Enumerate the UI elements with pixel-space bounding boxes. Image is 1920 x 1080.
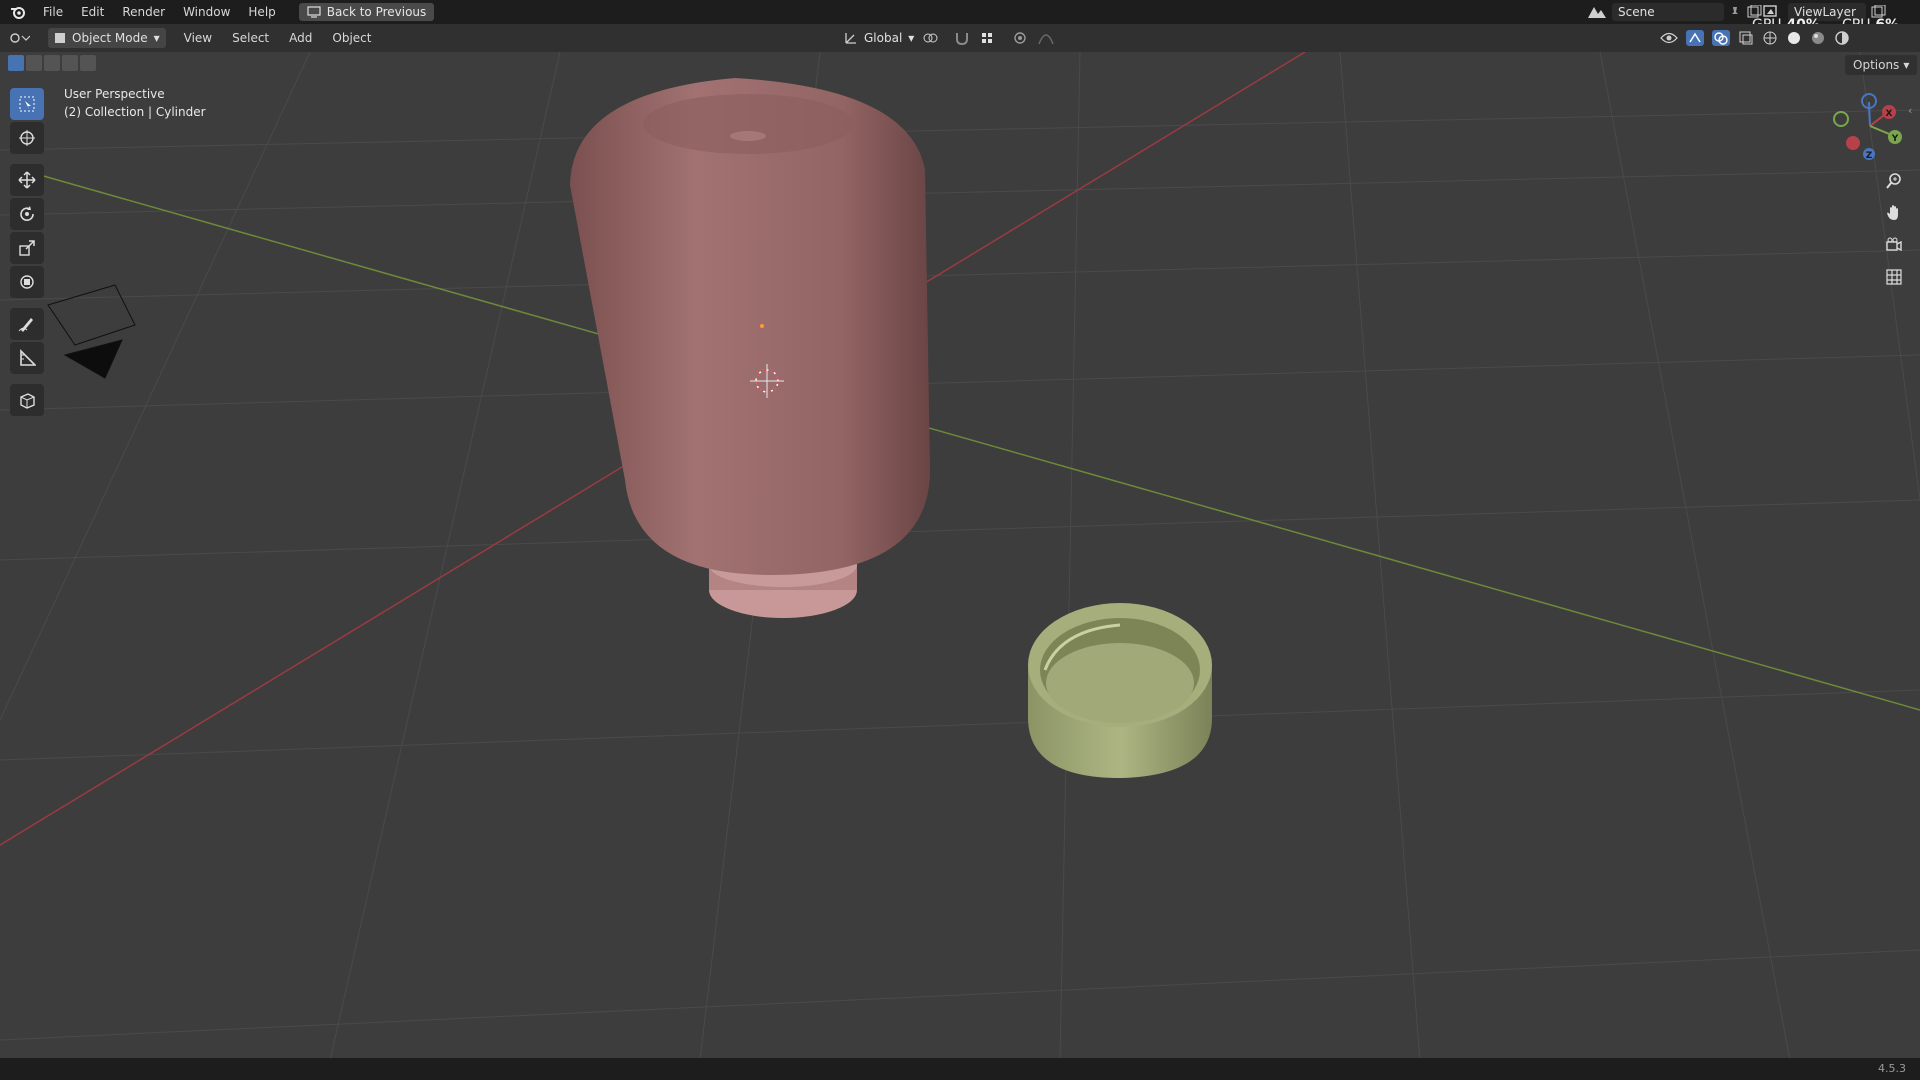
- camera-object: [47, 284, 136, 379]
- xray-toggle-icon[interactable]: [1738, 30, 1754, 46]
- snap-increment-icon[interactable]: [980, 30, 1002, 46]
- tool-shelf: [8, 88, 46, 416]
- viewport-scene[interactable]: [0, 0, 1920, 1080]
- viewport-display-group: [1660, 30, 1850, 46]
- header-menu-select[interactable]: Select: [222, 31, 279, 45]
- transform-tool[interactable]: [10, 266, 44, 298]
- rotate-tool[interactable]: [10, 198, 44, 230]
- menu-window[interactable]: Window: [174, 0, 239, 24]
- blender-logo-icon[interactable]: [8, 2, 28, 22]
- options-dropdown[interactable]: Options ▾: [1845, 55, 1918, 75]
- chevron-down-icon: ▾: [153, 31, 160, 45]
- visibility-eye-icon[interactable]: [1660, 31, 1678, 45]
- header-menu-view[interactable]: View: [174, 31, 222, 45]
- camera-icon: [1885, 236, 1903, 254]
- back-to-previous-label: Back to Previous: [326, 5, 427, 19]
- cursor-tool[interactable]: [10, 122, 44, 154]
- select-box-icon: [18, 95, 36, 113]
- select-subtract-icon[interactable]: [44, 55, 60, 71]
- bottle-object: [570, 78, 930, 618]
- measure-tool[interactable]: [10, 342, 44, 374]
- object-mode-dropdown[interactable]: Object Mode ▾: [48, 28, 166, 48]
- menu-help[interactable]: Help: [239, 0, 284, 24]
- menu-file[interactable]: File: [34, 0, 72, 24]
- annotate-pencil-icon: [18, 315, 36, 333]
- chevron-down-icon: ▾: [908, 31, 915, 45]
- camera-view-button[interactable]: [1880, 232, 1908, 258]
- select-new-icon[interactable]: [8, 55, 24, 71]
- viewport-navigation: [1880, 168, 1908, 290]
- falloff-curve-icon[interactable]: [1038, 30, 1054, 46]
- grid-icon: [1885, 268, 1903, 286]
- orientation-axes-icon: [844, 31, 858, 45]
- snap-magnet-icon[interactable]: [954, 30, 970, 46]
- screen-icon: [307, 6, 321, 18]
- pin-icon[interactable]: [1728, 5, 1742, 19]
- select-intersect-icon[interactable]: [80, 55, 96, 71]
- scene-name: Scene: [1618, 5, 1655, 19]
- editor-type-icon[interactable]: [0, 30, 38, 46]
- rendered-shading-icon[interactable]: [1834, 30, 1850, 46]
- back-to-previous-button[interactable]: Back to Previous: [298, 3, 435, 21]
- move-icon: [18, 171, 36, 189]
- hand-icon: [1885, 204, 1903, 222]
- scale-icon: [18, 239, 36, 257]
- solid-shading-icon[interactable]: [1786, 30, 1802, 46]
- wireframe-shading-icon[interactable]: [1762, 30, 1778, 46]
- object-mode-icon: [54, 32, 66, 44]
- selection-mode-buttons: [8, 55, 96, 71]
- cap-object: [1028, 603, 1212, 778]
- perspective-toggle-button[interactable]: [1880, 264, 1908, 290]
- add-cube-icon: [18, 391, 36, 409]
- header-menu-object[interactable]: Object: [322, 31, 381, 45]
- proportional-editing-icon[interactable]: [1012, 30, 1028, 46]
- viewport-header: Object Mode ▾ View Select Add Object Glo…: [0, 24, 1920, 52]
- pan-button[interactable]: [1880, 200, 1908, 226]
- version-label: 4.5.3: [1878, 1062, 1906, 1075]
- options-label: Options: [1853, 58, 1900, 72]
- status-bar: 4.5.3: [0, 1058, 1920, 1080]
- floor-grid: [0, 51, 1920, 1061]
- viewport-collection-label: (2) Collection | Cylinder: [64, 105, 206, 119]
- transform-orientation-dropdown[interactable]: Global ▾: [838, 28, 920, 48]
- scale-tool[interactable]: [10, 232, 44, 264]
- add-cube-tool[interactable]: [10, 384, 44, 416]
- pivot-snap-group: [922, 30, 1054, 46]
- overlays-toggle-icon[interactable]: [1712, 30, 1730, 46]
- gizmo-z-label: Z: [1866, 151, 1873, 161]
- select-box-tool[interactable]: [10, 88, 44, 120]
- gizmo-toggle-icon[interactable]: [1686, 30, 1704, 46]
- pivot-point-icon[interactable]: [922, 30, 944, 46]
- object-mode-label: Object Mode: [72, 31, 148, 45]
- gizmo-x-label: X: [1886, 109, 1893, 119]
- rotate-icon: [18, 205, 36, 223]
- orientation-label: Global: [864, 31, 903, 45]
- material-shading-icon[interactable]: [1810, 30, 1826, 46]
- viewport-perspective-label: User Perspective: [64, 87, 165, 101]
- navigation-gizmo[interactable]: X Y Z: [1832, 88, 1912, 168]
- transform-icon: [18, 273, 36, 291]
- menu-render[interactable]: Render: [113, 0, 174, 24]
- sidebar-toggle-icon[interactable]: ‹: [1908, 104, 1912, 117]
- header-menu-add[interactable]: Add: [279, 31, 322, 45]
- scene-field[interactable]: Scene: [1612, 3, 1724, 21]
- chevron-down-icon: ▾: [1903, 58, 1910, 72]
- cursor-icon: [18, 129, 36, 147]
- gizmo-y-label: Y: [1891, 134, 1899, 144]
- select-invert-icon[interactable]: [62, 55, 78, 71]
- select-extend-icon[interactable]: [26, 55, 42, 71]
- zoom-magnifier-icon: [1885, 172, 1903, 190]
- zoom-button[interactable]: [1880, 168, 1908, 194]
- scene-selector: Scene: [1586, 2, 1762, 22]
- scene-icon[interactable]: [1586, 4, 1608, 20]
- move-tool[interactable]: [10, 164, 44, 196]
- annotate-tool[interactable]: [10, 308, 44, 340]
- measure-ruler-icon: [18, 349, 36, 367]
- menu-edit[interactable]: Edit: [72, 0, 113, 24]
